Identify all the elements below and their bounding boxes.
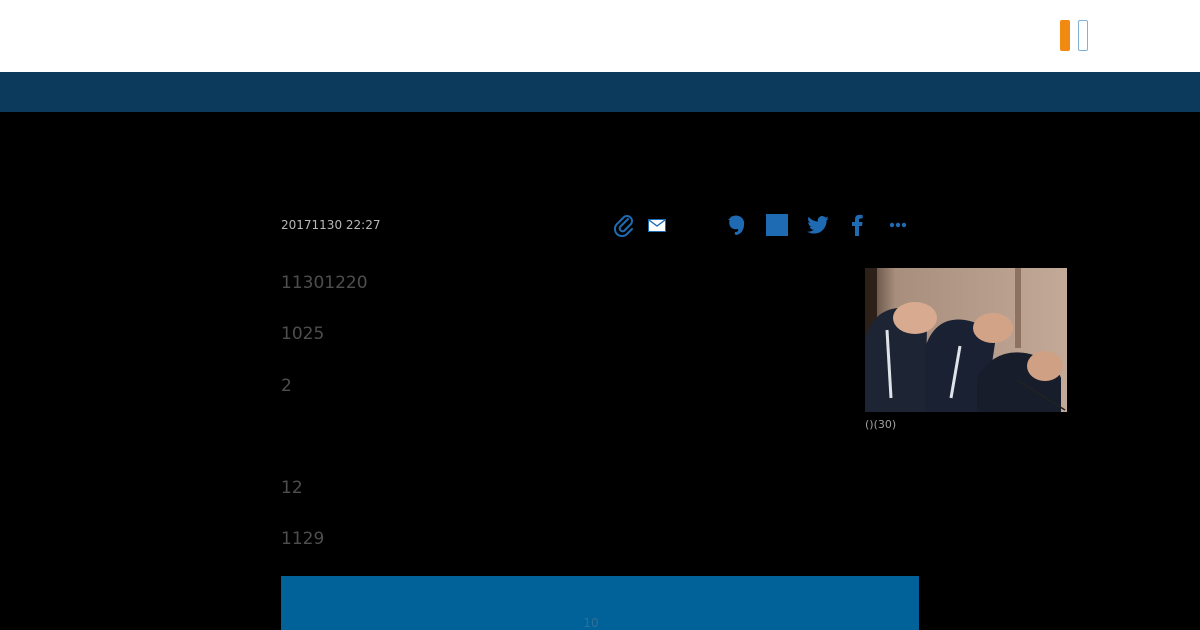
nav-bar (0, 72, 1200, 112)
evernote-icon[interactable] (724, 212, 748, 238)
article-paragraph: 2 (281, 376, 292, 396)
hatena-icon[interactable] (765, 212, 789, 238)
clip-icon[interactable] (612, 212, 636, 238)
mail-icon[interactable] (646, 212, 668, 238)
twitter-icon[interactable] (805, 212, 831, 238)
article-paragraph: 1129 (281, 529, 325, 549)
banner-number: 10 (583, 616, 599, 630)
article-paragraph: 11301220 (281, 273, 368, 293)
brand-mark-orange[interactable] (1060, 20, 1070, 51)
photo-caption: ()(30) (865, 418, 897, 431)
article-date: 20171130 22:27 (281, 218, 381, 232)
article-paragraph: 1025 (281, 324, 325, 344)
brand-mark-outline[interactable] (1078, 20, 1088, 51)
facebook-icon[interactable] (846, 212, 868, 238)
site-header (0, 0, 1200, 72)
promo-banner[interactable]: 10 (281, 576, 919, 630)
more-icon[interactable] (886, 212, 910, 238)
article-paragraph: 12 (281, 478, 303, 498)
article-photo[interactable] (865, 268, 1067, 412)
